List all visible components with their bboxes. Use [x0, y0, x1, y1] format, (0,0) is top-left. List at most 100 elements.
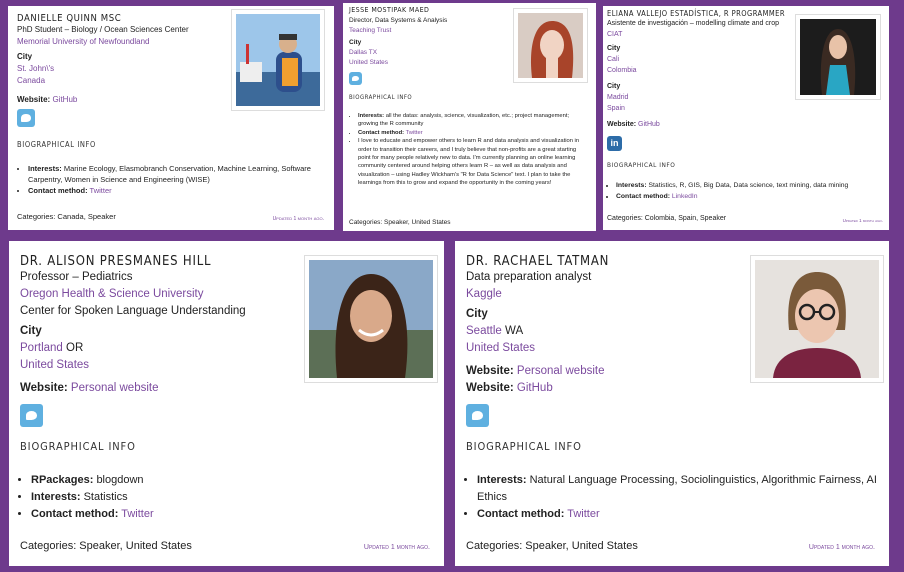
twitter-link[interactable]: Twitter: [121, 508, 153, 520]
state-text: OR: [66, 342, 84, 354]
profile-title: Asistente de investigación – modelling c…: [607, 20, 779, 27]
github-link[interactable]: GitHub: [52, 95, 77, 104]
profile-name: Danielle Quinn MSc: [17, 13, 122, 24]
twitter-icon[interactable]: [17, 109, 35, 127]
profile-photo: [304, 255, 438, 383]
city-label-2: City: [607, 83, 621, 90]
twitter-link[interactable]: Twitter: [567, 508, 599, 520]
bio-list: RPackages: blogdown Interests: Statistic…: [31, 472, 431, 523]
bio-list: Interests: Statistics, R, GIS, Big Data,…: [616, 181, 882, 202]
categories: Categories: Colombia, Spain, Speaker: [607, 215, 727, 222]
twitter-link[interactable]: Twitter: [406, 130, 423, 136]
city-row: Portland OR: [20, 342, 83, 354]
city-label: City: [17, 52, 33, 61]
org-link[interactable]: CIAT: [607, 31, 622, 38]
profile-photo: [750, 255, 884, 383]
profile-card-danielle: Danielle Quinn MSc PhD Student – Biology…: [8, 6, 334, 230]
country-link[interactable]: United States: [349, 59, 388, 66]
bio-heading: Biographical info: [20, 440, 136, 453]
list-item: Interests: Statistics, R, GIS, Big Data,…: [616, 181, 882, 192]
bio-list: Interests: Marine Ecology, Elasmobranch …: [28, 164, 324, 197]
personal-website-link[interactable]: Personal website: [517, 365, 605, 377]
github-link[interactable]: GitHub: [638, 121, 660, 128]
state-text: WA: [505, 325, 524, 337]
profile-photo: [795, 14, 881, 100]
city-label: City: [607, 45, 621, 52]
org-link[interactable]: Memorial University of Newfoundland: [17, 37, 150, 46]
twitter-icon[interactable]: [466, 404, 489, 427]
profile-card-eliana: Eliana Vallejo Estadística, R Programmer…: [603, 6, 889, 230]
categories: Categories: Speaker, United States: [349, 219, 451, 226]
updated-link[interactable]: Updated 1 month ago.: [364, 544, 430, 551]
dept-text: Center for Spoken Language Understanding: [20, 305, 246, 317]
org-link[interactable]: Kaggle: [466, 288, 502, 300]
country-link[interactable]: United States: [20, 359, 89, 371]
website-row: Website: Personal website: [466, 365, 605, 377]
country-link[interactable]: United States: [466, 342, 535, 354]
website-label: Website:: [466, 365, 514, 377]
country-link-2[interactable]: Spain: [607, 105, 625, 112]
bio-heading: Biographical info: [17, 140, 96, 149]
bio-list: Interests: all the datas: analysis, scie…: [358, 112, 586, 188]
updated-link[interactable]: Updated 1 month ago.: [809, 544, 875, 551]
profile-card-rachael: Dr. Rachael Tatman Data preparation anal…: [455, 241, 889, 566]
website-label: Website:: [607, 121, 637, 128]
website-row: Website: GitHub: [17, 95, 77, 104]
profile-photo: [231, 9, 325, 111]
website-label: Website:: [20, 382, 68, 394]
city-link[interactable]: Cali: [607, 56, 619, 63]
twitter-link[interactable]: Twitter: [90, 186, 112, 195]
updated-link[interactable]: Updated 1 month ago.: [273, 216, 324, 222]
city-label: City: [349, 39, 362, 46]
list-item: Interests: all the datas: analysis, scie…: [358, 112, 586, 129]
list-item: Interests: Natural Language Processing, …: [477, 472, 877, 506]
profile-title: Director, Data Systems & Analysis: [349, 17, 448, 24]
city-link[interactable]: Dallas TX: [349, 49, 377, 56]
org-link[interactable]: Oregon Health & Science University: [20, 288, 203, 300]
city-label: City: [466, 308, 488, 320]
website-row: Website: Personal website: [20, 382, 159, 394]
profile-title: PhD Student – Biology / Ocean Sciences C…: [17, 25, 189, 34]
updated-link[interactable]: Updated 1 month ago.: [843, 218, 883, 223]
twitter-icon[interactable]: [349, 72, 362, 85]
github-link[interactable]: GitHub: [517, 382, 553, 394]
city-row: Seattle WA: [466, 325, 523, 337]
website-label-2: Website:: [466, 382, 514, 394]
profile-photo: [513, 8, 588, 83]
city-link[interactable]: Portland: [20, 342, 63, 354]
list-item: Contact method: Twitter: [31, 506, 431, 523]
list-item: Contact method: Twitter: [358, 129, 586, 137]
linkedin-link[interactable]: LinkedIn: [672, 193, 698, 200]
bio-heading: Biographical info: [349, 94, 413, 101]
linkedin-icon[interactable]: in: [607, 136, 622, 151]
list-item: I love to educate and empower others to …: [358, 137, 586, 187]
list-item: Interests: Marine Ecology, Elasmobranch …: [28, 164, 324, 186]
city-link-2[interactable]: Madrid: [607, 94, 628, 101]
categories: Categories: Canada, Speaker: [17, 212, 116, 221]
bio-heading: Biographical info: [466, 440, 582, 453]
profile-title: Data preparation analyst: [466, 271, 592, 283]
personal-website-link[interactable]: Personal website: [71, 382, 159, 394]
city-label: City: [20, 325, 42, 337]
categories: Categories: Speaker, United States: [466, 540, 638, 552]
profile-name: Dr. Rachael Tatman: [466, 254, 610, 269]
list-item: Contact method: Twitter: [477, 506, 877, 523]
country-link[interactable]: Canada: [17, 76, 45, 85]
profile-name: Jesse Mostipak MAEd: [349, 6, 430, 14]
website-label: Website:: [17, 95, 51, 104]
org-link[interactable]: Teaching Trust: [349, 27, 391, 34]
bio-list: Interests: Natural Language Processing, …: [477, 472, 877, 523]
twitter-icon[interactable]: [20, 404, 43, 427]
list-item: Contact method: LinkedIn: [616, 192, 882, 203]
list-item: Contact method: Twitter: [28, 186, 324, 197]
profile-name: Dr. Alison Presmanes Hill: [20, 254, 212, 269]
profile-card-jesse: Jesse Mostipak MAEd Director, Data Syste…: [343, 3, 596, 231]
city-link[interactable]: Seattle: [466, 325, 502, 337]
categories: Categories: Speaker, United States: [20, 540, 192, 552]
website-row: Website: GitHub: [607, 121, 660, 128]
city-link[interactable]: St. John\'s: [17, 64, 54, 73]
bio-heading: Biographical info: [607, 161, 676, 169]
country-link[interactable]: Colombia: [607, 67, 637, 74]
website-row-2: Website: GitHub: [466, 382, 553, 394]
about-text: I love to educate and empower others to …: [358, 138, 580, 187]
